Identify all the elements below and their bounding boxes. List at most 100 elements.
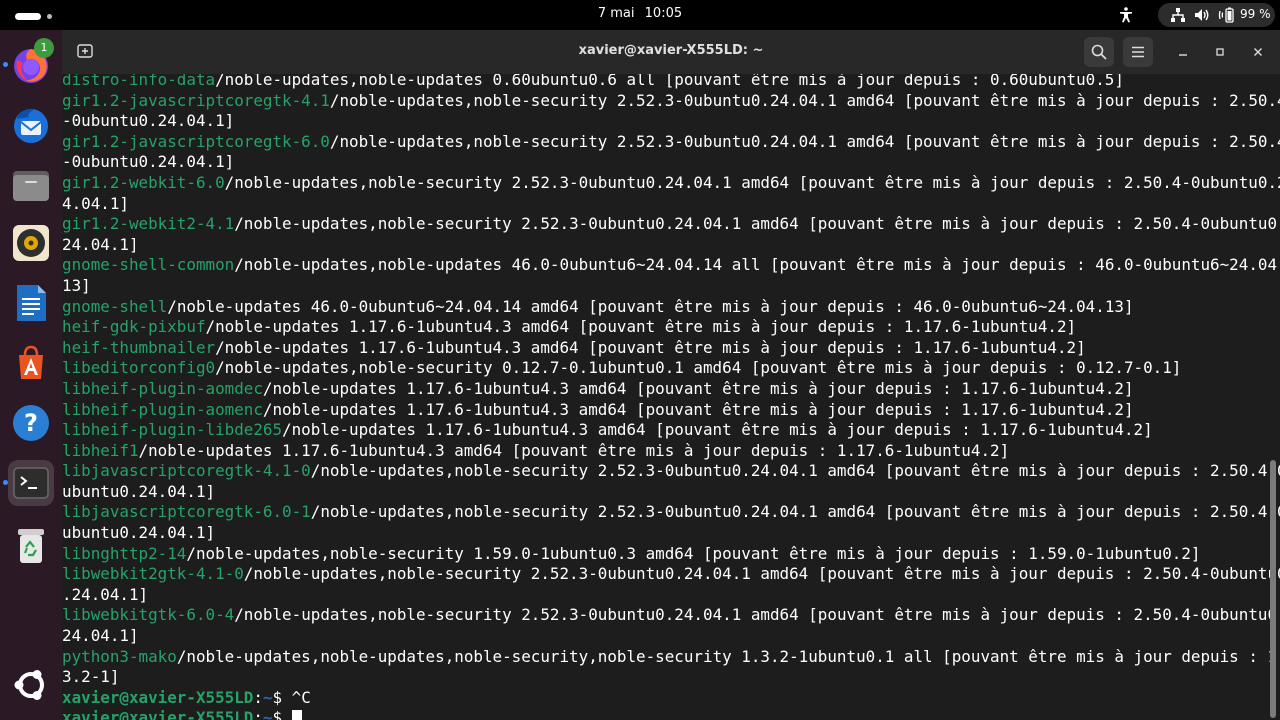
package-details: 13] (62, 275, 91, 295)
dock-thunderbird[interactable] (8, 102, 54, 148)
terminal-line: -0ubuntu0.24.04.1] (62, 152, 1264, 173)
minimize-icon (1179, 54, 1187, 56)
prompt-user: xavier@xavier-X555LD (62, 708, 254, 720)
package-details: ubuntu0.24.04.1] (62, 481, 216, 501)
package-name: gnome-shell-common (62, 255, 235, 275)
package-details: /noble-updates,noble-security 2.52.3-0ub… (329, 90, 1280, 110)
prompt-line: xavier@xavier-X555LD:~$ (62, 708, 1264, 720)
system-menu[interactable]: 99 % (1158, 3, 1275, 27)
command-text: ^C (291, 687, 311, 707)
prompt-path: ~ (262, 708, 273, 720)
dock-app-center[interactable] (8, 340, 54, 386)
terminal-line: 24.04.1] (62, 626, 1264, 647)
clock-date: 7 mai (597, 6, 635, 21)
terminal-line: 13] (62, 276, 1264, 297)
terminal-line: libwebkit2gtk-4.1-0/noble-updates,noble-… (62, 564, 1280, 585)
prompt-path: ~ (262, 687, 273, 707)
minimize-button[interactable] (1173, 42, 1193, 62)
terminal-icon (13, 467, 49, 499)
running-indicator (3, 480, 8, 485)
title-bar[interactable]: xavier@xavier-X555LD: ~ (62, 30, 1280, 75)
dock-terminal[interactable] (3, 460, 54, 506)
dock-writer[interactable] (8, 280, 54, 326)
package-details: /noble-updates 1.17.6-1ubuntu4.3 amd64 [… (205, 317, 1077, 337)
package-details: /noble-updates,noble-updates 46.0-0ubunt… (234, 255, 1280, 275)
package-name: libheif-plugin-libde265 (62, 420, 283, 440)
maximize-icon (1216, 48, 1224, 56)
terminal-line: ubuntu0.24.04.1] (62, 482, 1264, 503)
package-details: /noble-updates 1.17.6-1ubuntu4.3 amd64 [… (215, 337, 1086, 357)
package-name: libeditorconfig0 (62, 358, 216, 378)
terminal-line: gnome-shell-common/noble-updates,noble-u… (62, 255, 1280, 276)
terminal-window: xavier@xavier-X555LD: ~ distro-info-data… (62, 30, 1280, 720)
accessibility-icon[interactable] (1117, 6, 1135, 24)
package-details: /noble-updates 1.17.6-1ubuntu4.3 amd64 [… (138, 440, 1010, 460)
package-details: -0ubuntu0.24.04.1] (62, 152, 235, 172)
terminal-line: libwebkitgtk-6.0-4/noble-updates,noble-s… (62, 605, 1280, 626)
menu-button[interactable] (1123, 37, 1153, 67)
clock-time: 10:05 (644, 6, 683, 21)
package-name: heif-gdk-pixbuf (62, 317, 206, 337)
package-name: libjavascriptcoregtk-6.0-1 (62, 502, 311, 522)
terminal-line: gir1.2-webkit-6.0/noble-updates,noble-se… (62, 173, 1280, 194)
dock-files[interactable] (8, 162, 54, 208)
text-cursor (291, 710, 302, 720)
ubuntu-logo-icon (14, 670, 44, 700)
package-details: /noble-updates,noble-security 1.59.0-1ub… (186, 543, 1201, 563)
dock-help[interactable]: ? (8, 400, 54, 446)
top-bar: 7 mai 10:05 99 % (0, 0, 1280, 30)
dock-rhythmbox[interactable] (8, 220, 54, 266)
search-icon (1091, 44, 1107, 60)
package-name: gir1.2-javascriptcoregtk-6.0 (62, 131, 330, 151)
package-name: libheif1 (62, 440, 139, 460)
dock-firefox[interactable]: 1 (3, 38, 54, 88)
terminal-line: libheif-plugin-aomdec/noble-updates 1.17… (62, 379, 1264, 400)
package-details: /noble-updates 1.17.6-1ubuntu4.3 amd64 [… (282, 420, 1153, 440)
package-details: /noble-updates,noble-updates,noble-secur… (176, 646, 1280, 666)
dock-trash[interactable] (8, 522, 54, 568)
terminal-line: .24.04.1] (62, 585, 1264, 606)
package-name: heif-thumbnailer (62, 337, 216, 357)
scrollbar[interactable] (1270, 460, 1276, 718)
maximize-button[interactable] (1210, 42, 1230, 62)
package-name: libjavascriptcoregtk-4.1-0 (62, 461, 311, 481)
terminal-line: libjavascriptcoregtk-6.0-1/noble-updates… (62, 502, 1280, 523)
terminal-line: heif-gdk-pixbuf/noble-updates 1.17.6-1ub… (62, 317, 1264, 338)
terminal-content[interactable]: distro-info-data/noble-updates,noble-upd… (62, 74, 1280, 720)
package-details: ubuntu0.24.04.1] (62, 523, 216, 543)
package-details: 24.04.1] (62, 626, 139, 646)
clock[interactable]: 7 mai 10:05 (0, 6, 1280, 21)
battery-icon (1218, 7, 1236, 27)
dock-show-apps[interactable] (8, 662, 54, 708)
files-icon (13, 171, 49, 201)
search-button[interactable] (1084, 37, 1114, 67)
terminal-line: gir1.2-webkit2-4.1/noble-updates,noble-s… (62, 214, 1280, 235)
close-icon (1254, 48, 1262, 56)
package-name: libnghttp2-14 (62, 543, 187, 563)
prompt-separator: : (253, 687, 263, 707)
package-details: 3.2-1] (62, 667, 120, 687)
terminal-line: libjavascriptcoregtk-4.1-0/noble-updates… (62, 461, 1280, 482)
terminal-line: ubuntu0.24.04.1] (62, 523, 1264, 544)
package-details: /noble-updates 1.17.6-1ubuntu4.3 amd64 [… (262, 378, 1134, 398)
running-indicator (3, 62, 8, 67)
terminal-line: gir1.2-javascriptcoregtk-6.0/noble-updat… (62, 131, 1280, 153)
package-name: libwebkit2gtk-4.1-0 (62, 564, 244, 584)
package-name: distro-info-data (62, 74, 216, 89)
package-name: python3-mako (62, 646, 177, 666)
package-details: 4.04.1] (62, 193, 129, 213)
notification-badge: 1 (34, 38, 54, 58)
terminal-line: libeditorconfig0/noble-updates,noble-sec… (62, 358, 1264, 379)
svg-text:?: ? (24, 409, 38, 437)
terminal-line: heif-thumbnailer/noble-updates 1.17.6-1u… (62, 338, 1264, 359)
trash-icon (18, 529, 44, 563)
package-name: gnome-shell (62, 296, 168, 316)
terminal-line: libheif-plugin-aomenc/noble-updates 1.17… (62, 400, 1264, 421)
close-button[interactable] (1248, 42, 1268, 62)
terminal-output: distro-info-data/noble-updates,noble-upd… (62, 74, 1280, 720)
volume-icon (1194, 7, 1210, 27)
terminal-line: 24.04.1] (62, 235, 1264, 256)
package-details: /noble-updates,noble-security 2.52.3-0ub… (310, 502, 1280, 522)
prompt-symbol: $ (272, 708, 292, 720)
terminal-line: distro-info-data/noble-updates,noble-upd… (62, 74, 1264, 91)
